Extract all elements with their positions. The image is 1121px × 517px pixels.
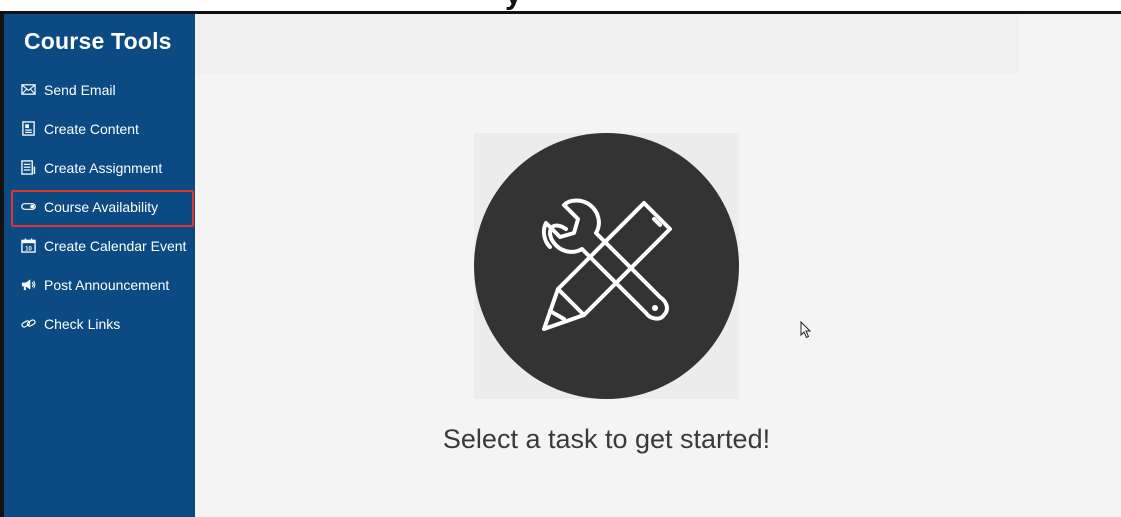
course-tools-sidebar: Course Tools Send Email Create Content C… xyxy=(4,14,195,517)
menu-item-create-content[interactable]: Create Content xyxy=(4,109,195,148)
menu-item-label: Create Assignment xyxy=(44,159,163,176)
menu-item-course-availability[interactable]: Course Availability xyxy=(4,187,195,227)
svg-text:10: 10 xyxy=(25,245,32,252)
content-header-area xyxy=(195,14,1019,74)
menu-item-label: Create Content xyxy=(44,120,139,137)
document-icon xyxy=(21,121,36,136)
menu-item-label: Course Availability xyxy=(44,198,159,215)
menu-item-label: Check Links xyxy=(44,315,121,332)
envelope-icon xyxy=(21,82,36,97)
menu-item-check-links[interactable]: Check Links xyxy=(4,304,195,343)
assignment-icon xyxy=(21,160,36,175)
toggle-icon xyxy=(21,199,36,214)
main-content: Select a task to get started! xyxy=(195,14,1121,517)
course-tools-menu: Send Email Create Content Create Assignm… xyxy=(4,70,195,343)
menu-item-label: Send Email xyxy=(44,81,116,98)
megaphone-icon xyxy=(21,277,36,292)
tools-icon xyxy=(474,133,739,399)
sidebar-title: Course Tools xyxy=(24,28,172,54)
mouse-cursor-icon xyxy=(800,321,812,339)
calendar-icon: 10 xyxy=(21,238,36,253)
menu-item-label: Create Calendar Event xyxy=(44,237,187,254)
empty-state-message: Select a task to get started! xyxy=(442,424,771,454)
menu-item-send-email[interactable]: Send Email xyxy=(4,70,195,109)
menu-item-post-announcement[interactable]: Post Announcement xyxy=(4,265,195,304)
menu-item-create-calendar-event[interactable]: 10 Create Calendar Event xyxy=(4,226,195,265)
link-icon xyxy=(21,316,36,331)
menu-item-create-assignment[interactable]: Create Assignment xyxy=(4,148,195,187)
menu-item-label: Post Announcement xyxy=(44,276,170,293)
